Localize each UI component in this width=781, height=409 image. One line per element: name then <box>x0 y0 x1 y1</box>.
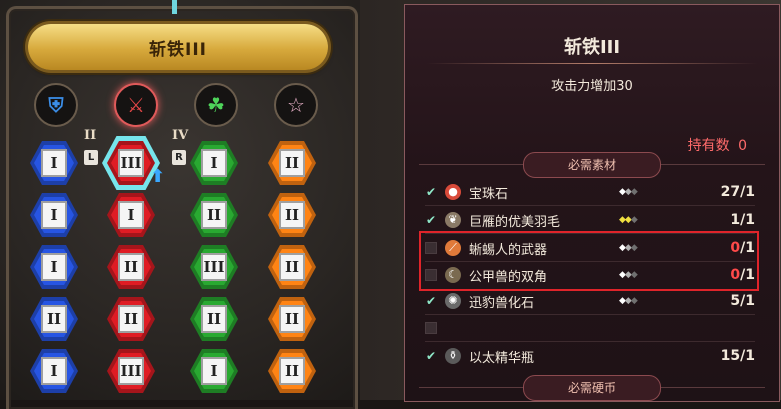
frame-notch <box>172 0 177 14</box>
gem-numeral: III <box>118 149 144 177</box>
gem-numeral: II <box>118 305 144 333</box>
gem-numeral: III <box>118 357 144 385</box>
material-row[interactable]: ✔ ● 宝珠石 ◆◆◆ 27/1 <box>425 181 755 203</box>
sword-icon[interactable]: ⚔ <box>114 83 158 127</box>
material-quantity: 15/1 <box>720 348 755 364</box>
ether-bottle-icon: ⚱ <box>445 348 461 364</box>
gem-numeral: II <box>41 305 67 333</box>
owned-label: 持有数 <box>687 138 730 154</box>
check-icon: ✔ <box>425 349 437 363</box>
gem-numeral: II <box>279 253 305 281</box>
orb-stone-icon: ● <box>445 184 461 200</box>
material-name: 迅豹兽化石 <box>469 295 535 311</box>
gem-numeral: I <box>41 357 67 385</box>
detail-title: 斩铁III <box>563 37 621 58</box>
next-level-label: IV <box>172 128 189 143</box>
row-divider <box>425 341 755 342</box>
material-name: 宝珠石 <box>469 186 509 202</box>
skill-title: 斩铁III <box>149 39 207 60</box>
owned-count: 持有数 0 <box>688 135 747 155</box>
coins-header: 必需硬币 <box>523 375 661 401</box>
gem-numeral: II <box>118 253 144 281</box>
material-name: 巨雁的优美羽毛 <box>469 214 561 230</box>
feather-icon: ❦ <box>445 212 461 228</box>
material-quantity: 5/1 <box>730 293 755 309</box>
row-divider <box>425 205 755 206</box>
skill-detail-panel: 斩铁III 攻击力增加30 持有数 0 必需素材 ✔ ● 宝珠石 ◆◆◆ 27/… <box>404 4 780 402</box>
material-row-empty <box>425 317 755 339</box>
gem-numeral: II <box>279 201 305 229</box>
unchecked-box-icon <box>425 322 437 334</box>
material-quantity: 1/1 <box>730 212 755 228</box>
gem-numeral: I <box>118 201 144 229</box>
gem-numeral: I <box>41 201 67 229</box>
title-divider <box>427 63 757 64</box>
star-icon[interactable]: ☆ <box>274 83 318 127</box>
gem-numeral: II <box>279 149 305 177</box>
shield-icon[interactable]: ⛨ <box>34 83 78 127</box>
check-icon: ✔ <box>425 213 437 227</box>
gem-numeral: I <box>201 357 227 385</box>
skill-title-plate: 斩铁III <box>28 24 328 70</box>
gem-numeral: II <box>279 305 305 333</box>
gem-numeral: II <box>201 305 227 333</box>
missing-materials-highlight <box>419 231 759 291</box>
skill-effect: 攻击力增加30 <box>551 79 633 94</box>
material-row[interactable]: ✔ ✺ 迅豹兽化石 ◆◆◆ 5/1 <box>425 290 755 312</box>
gem-numeral: II <box>279 357 305 385</box>
row-divider <box>425 314 755 315</box>
material-name: 以太精华瓶 <box>469 350 535 366</box>
gem-numeral: I <box>201 149 227 177</box>
material-quantity: 27/1 <box>720 184 755 200</box>
rarity-diamonds-icon: ◆◆◆ <box>619 215 638 225</box>
skill-tree-panel: 斩铁III ⛨ ⚔ ☘ ☆ II L IV R I III I II I I I… <box>0 0 360 409</box>
rarity-diamonds-icon: ◆◆◆ <box>619 296 638 306</box>
prev-level-label: II <box>84 128 97 143</box>
materials-header: 必需素材 <box>523 152 661 178</box>
material-row[interactable]: ✔ ⚱ 以太精华瓶 15/1 <box>425 345 755 367</box>
gem-numeral: II <box>201 201 227 229</box>
leaf-icon[interactable]: ☘ <box>194 83 238 127</box>
rarity-diamonds-icon: ◆◆◆ <box>619 187 638 197</box>
gem-numeral: I <box>41 253 67 281</box>
fossil-icon: ✺ <box>445 293 461 309</box>
right-shoulder-tag[interactable]: R <box>172 150 186 165</box>
gem-numeral: III <box>201 253 227 281</box>
material-row[interactable]: ✔ ❦ 巨雁的优美羽毛 ◆◆◆ 1/1 <box>425 209 755 231</box>
gem-numeral: I <box>41 149 67 177</box>
left-shoulder-tag[interactable]: L <box>84 150 98 165</box>
check-icon: ✔ <box>425 185 437 199</box>
upgrade-arrow-icon: ⬆ <box>150 166 166 187</box>
owned-value: 0 <box>738 138 747 154</box>
check-icon: ✔ <box>425 294 437 308</box>
